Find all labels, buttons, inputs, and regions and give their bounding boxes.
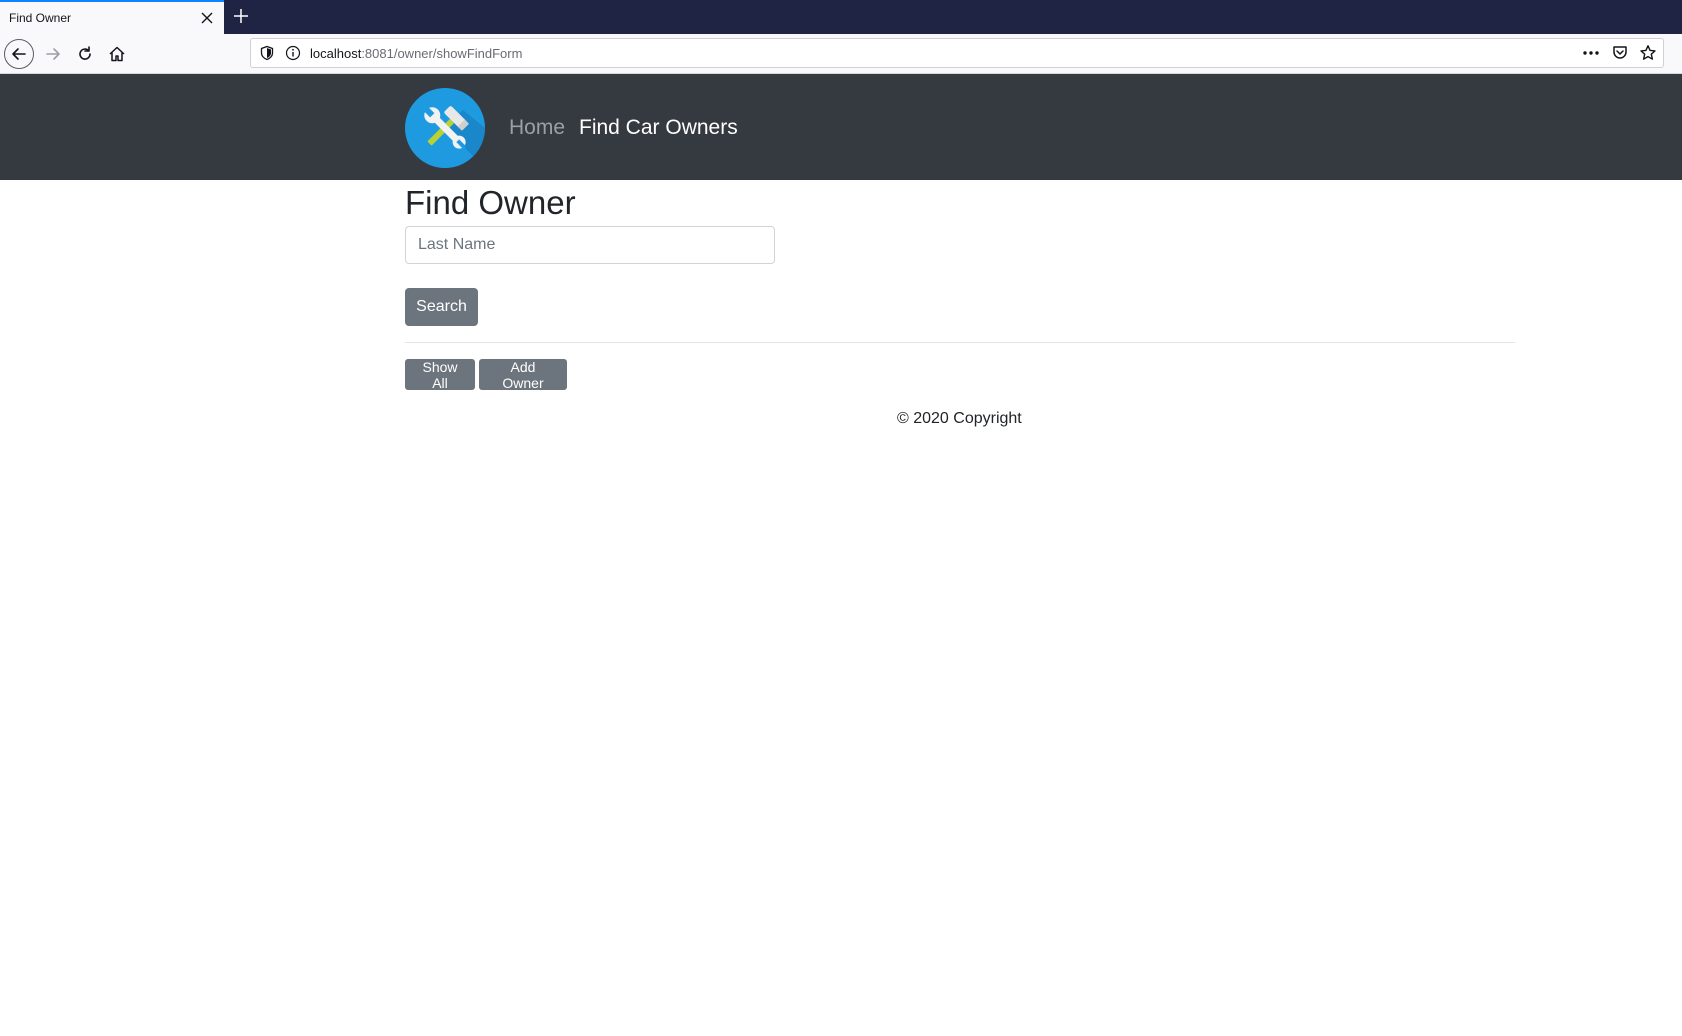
home-icon	[109, 46, 125, 62]
last-name-input[interactable]	[405, 226, 775, 264]
nav-find-owners-link[interactable]: Find Car Owners	[579, 116, 738, 140]
arrow-right-icon	[46, 48, 60, 60]
plus-icon[interactable]	[232, 7, 250, 25]
arrow-left-icon	[12, 48, 26, 60]
url-path: :8081/owner/showFindForm	[361, 46, 523, 61]
back-button[interactable]	[4, 39, 34, 69]
browser-tab-bar: Find Owner	[0, 0, 1682, 34]
footer-copyright: © 2020 Copyright	[897, 410, 1022, 427]
url-host: localhost	[310, 46, 362, 61]
browser-tab[interactable]: Find Owner	[0, 0, 224, 34]
close-icon[interactable]	[199, 10, 215, 26]
page-title: Find Owner	[405, 184, 576, 221]
reload-button[interactable]	[69, 38, 101, 70]
show-all-button[interactable]: Show All	[405, 359, 475, 391]
pocket-icon[interactable]	[1611, 44, 1629, 62]
browser-toolbar: localhost:8081/owner/showFindForm	[0, 34, 1682, 74]
home-button[interactable]	[101, 38, 133, 70]
more-icon[interactable]	[1581, 44, 1601, 62]
nav-home-link[interactable]: Home	[509, 116, 565, 140]
reload-icon	[79, 46, 91, 60]
divider	[405, 342, 1515, 343]
info-icon[interactable]	[285, 45, 301, 61]
url-bar[interactable]: localhost:8081/owner/showFindForm	[250, 38, 1664, 68]
search-button[interactable]: Search	[405, 288, 478, 326]
url-text[interactable]: localhost:8081/owner/showFindForm	[310, 46, 522, 61]
site-header: Home Find Car Owners	[0, 74, 1682, 180]
tools-icon	[423, 106, 485, 168]
shield-icon[interactable]	[259, 45, 275, 61]
add-owner-button[interactable]: Add Owner	[479, 359, 567, 391]
tab-title: Find Owner	[9, 11, 72, 25]
forward-button[interactable]	[37, 38, 69, 70]
star-icon[interactable]	[1639, 44, 1657, 62]
logo[interactable]	[405, 88, 485, 168]
